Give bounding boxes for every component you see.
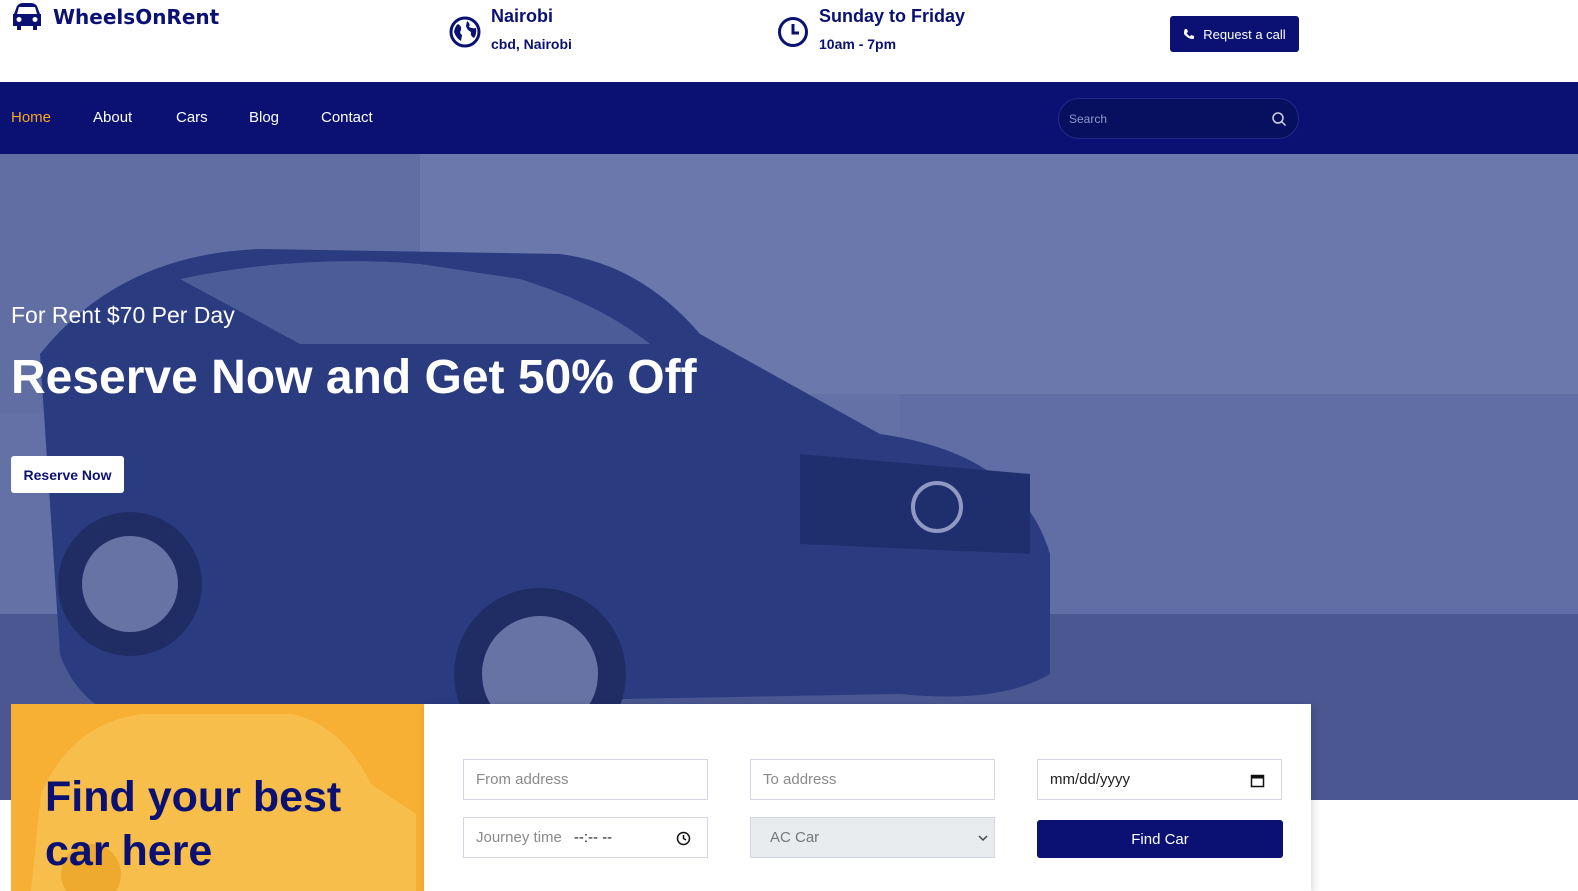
from-address-input[interactable] (476, 771, 707, 788)
to-address-input[interactable] (763, 771, 994, 788)
hours-subtitle: 10am - 7pm (819, 36, 897, 52)
top-header: WheelsOnRent Nairobi cbd, Nairobi Sunday… (0, 0, 1578, 82)
clock-icon (778, 17, 808, 47)
request-call-button[interactable]: Request a call (1170, 16, 1299, 52)
location-info: Nairobi cbd, Nairobi (449, 6, 572, 52)
date-field[interactable]: mm/dd/yyyy (1037, 759, 1282, 800)
nav-item-blog[interactable]: Blog (249, 109, 279, 126)
car-type-value: AC Car (770, 829, 820, 846)
from-address-field[interactable] (463, 759, 708, 800)
reserve-now-button[interactable]: Reserve Now (11, 456, 124, 493)
hero-subtitle: For Rent $70 Per Day (11, 302, 235, 328)
nav-item-home[interactable]: Home (11, 109, 51, 126)
search-box (1058, 98, 1299, 139)
globe-icon (449, 16, 481, 48)
nav-item-contact[interactable]: Contact (321, 109, 373, 126)
find-car-button[interactable]: Find Car (1037, 820, 1283, 858)
nav-item-cars[interactable]: Cars (176, 109, 208, 126)
hours-title: Sunday to Friday (819, 6, 966, 26)
chevron-down-icon (978, 835, 988, 842)
to-address-field[interactable] (750, 759, 995, 800)
finder-promo-panel: Find your best car here (11, 704, 424, 891)
journey-time-label: Journey time (476, 829, 562, 846)
car-search-form: mm/dd/yyyy Journey time --:-- -- AC Car … (424, 704, 1311, 891)
date-value: mm/dd/yyyy (1050, 771, 1131, 788)
car-type-select[interactable]: AC Car (750, 817, 995, 858)
request-call-label: Request a call (1203, 26, 1286, 42)
journey-time-value: --:-- -- (573, 829, 613, 846)
hours-info: Sunday to Friday 10am - 7pm (777, 6, 965, 52)
nav-item-about[interactable]: About (93, 109, 132, 126)
finder-heading: Find your best car here (45, 773, 342, 875)
location-subtitle: cbd, Nairobi (491, 36, 572, 52)
brand-name: WheelsOnRent (53, 5, 220, 29)
search-icon[interactable] (1271, 111, 1287, 127)
location-title: Nairobi (491, 6, 554, 26)
hero-title: Reserve Now and Get 50% Off (11, 351, 697, 404)
main-nav: Home About Cars Blog Contact (0, 82, 1578, 154)
calendar-icon[interactable] (1250, 773, 1265, 788)
brand-logo[interactable]: WheelsOnRent (11, 2, 219, 32)
journey-time-field[interactable]: Journey time --:-- -- (463, 817, 708, 858)
car-icon (13, 3, 41, 30)
search-input[interactable] (1069, 109, 1259, 129)
clock-icon[interactable] (676, 831, 691, 846)
phone-icon (1184, 29, 1195, 39)
